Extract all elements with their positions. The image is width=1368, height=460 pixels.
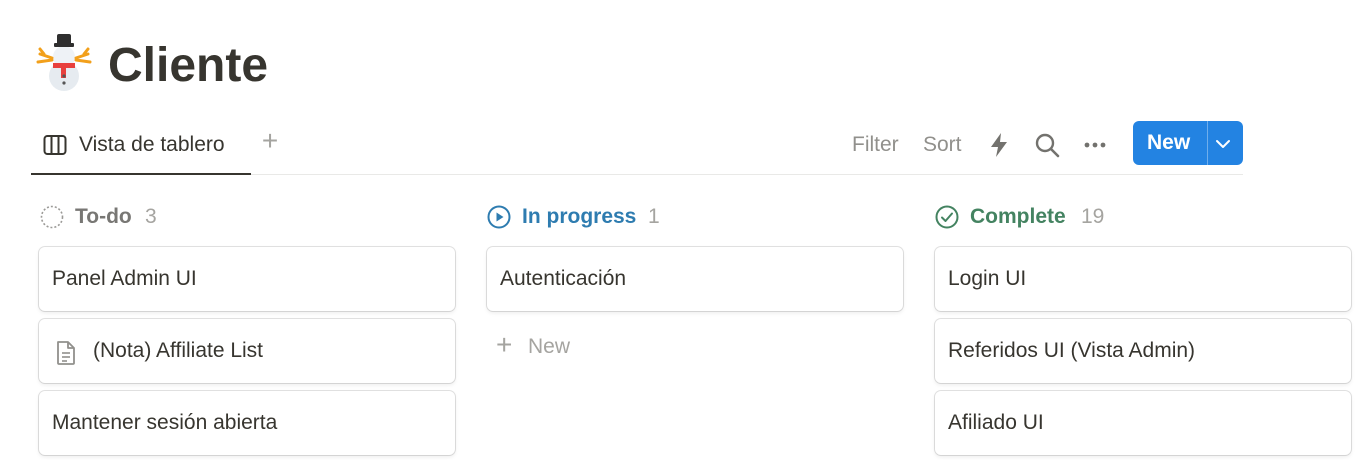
sort-button[interactable]: Sort [923, 133, 962, 157]
new-button-divider [1207, 121, 1208, 165]
board-card[interactable]: Afiliado UI [935, 391, 1351, 455]
new-button[interactable]: New [1133, 121, 1243, 165]
column-count: 3 [145, 205, 157, 228]
card-title: Afiliado UI [948, 411, 1044, 434]
view-toolbar: Vista de tablero + Filter Sort New [31, 118, 1243, 175]
todo-dashed-circle-icon [40, 205, 64, 229]
column-header-in-progress[interactable]: In progress 1 [487, 203, 907, 231]
board-card[interactable]: (Nota) Affiliate List [39, 319, 455, 383]
lightning-icon[interactable] [985, 131, 1013, 159]
column-count: 1 [648, 205, 660, 228]
view-tab-label: Vista de tablero [79, 133, 225, 156]
card-title: Login UI [948, 267, 1027, 290]
card-title: (Nota) Affiliate List [93, 339, 264, 362]
board-view-icon [43, 133, 67, 157]
board-card[interactable]: Mantener sesión abierta [39, 391, 455, 455]
new-button-label: New [1147, 131, 1191, 154]
check-circle-icon [935, 205, 959, 229]
card-title: Mantener sesión abierta [52, 411, 278, 434]
board-card[interactable]: Login UI [935, 247, 1351, 311]
new-card-label: New [528, 335, 571, 358]
chevron-down-icon[interactable] [1214, 135, 1232, 153]
column-title: In progress [522, 205, 637, 228]
more-horizontal-icon[interactable] [1081, 131, 1109, 159]
card-title: Panel Admin UI [52, 267, 197, 290]
document-icon [54, 340, 78, 366]
column-title: To-do [75, 205, 132, 228]
board-card[interactable]: Referidos UI (Vista Admin) [935, 319, 1351, 383]
card-title: Autenticación [500, 267, 627, 290]
tab-vista-de-tablero[interactable]: Vista de tablero [31, 118, 251, 175]
page-title[interactable]: Cliente [108, 36, 268, 96]
snowman-emoji-icon[interactable] [36, 32, 92, 92]
filter-button[interactable]: Filter [852, 133, 899, 157]
add-view-button[interactable]: + [258, 127, 282, 157]
column-count: 19 [1081, 205, 1105, 228]
board-card[interactable]: Panel Admin UI [39, 247, 455, 311]
search-icon[interactable] [1033, 131, 1061, 159]
play-circle-icon [487, 205, 511, 229]
column-title: Complete [970, 205, 1066, 228]
plus-icon: + [496, 329, 513, 360]
board-card[interactable]: Autenticación [487, 247, 903, 311]
column-header-complete[interactable]: Complete 19 [935, 203, 1355, 231]
column-header-todo[interactable]: To-do 3 [40, 203, 460, 231]
card-title: Referidos UI (Vista Admin) [948, 339, 1196, 362]
